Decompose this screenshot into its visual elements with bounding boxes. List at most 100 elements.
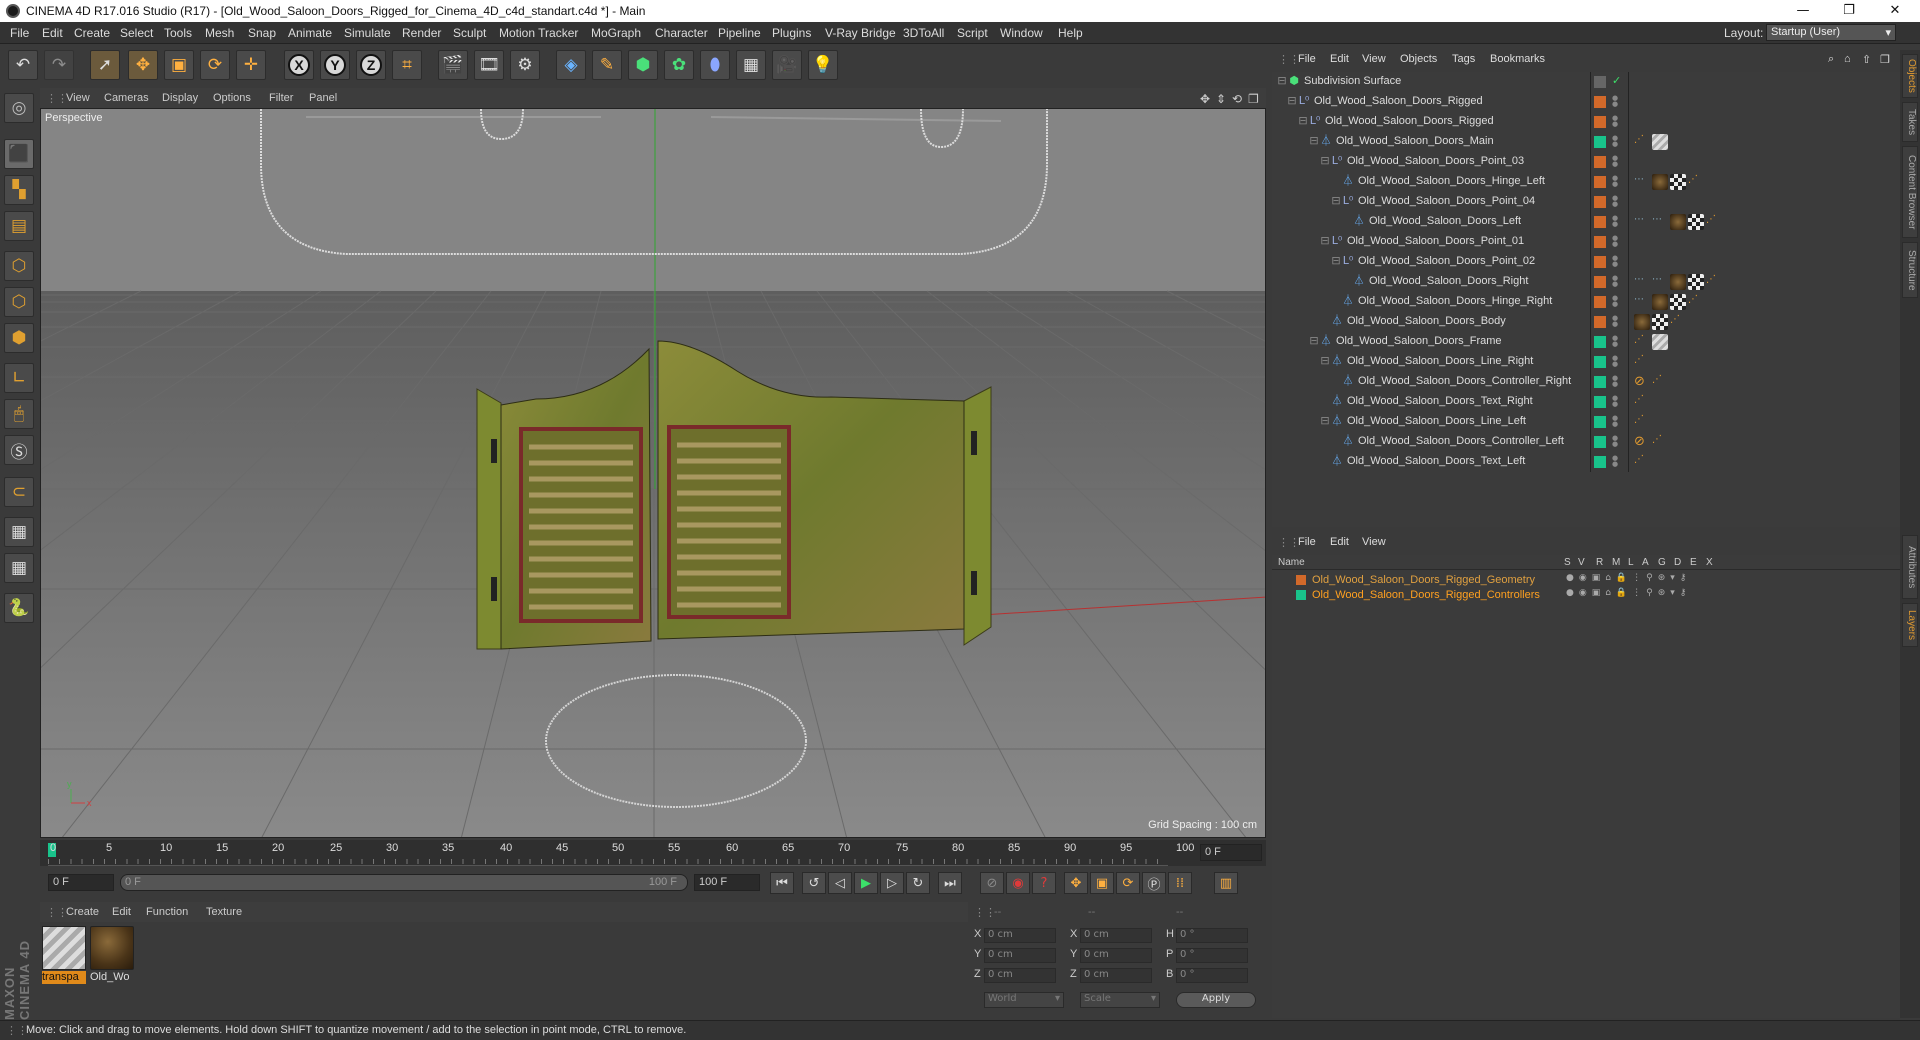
layer-col-solo[interactable]: S — [1564, 557, 1571, 568]
visibility-dots-icon[interactable]: ● ● — [1612, 95, 1618, 108]
render-to-picture-viewer-button[interactable]: 🎞 — [474, 50, 504, 80]
rotate-tool-button[interactable]: ⟳ — [200, 50, 230, 80]
expand-minus-icon[interactable]: ⊟ — [1319, 355, 1331, 367]
expand-minus-icon[interactable]: ⊟ — [1308, 335, 1320, 347]
protection-tag-icon[interactable]: ⊘ — [1634, 374, 1650, 390]
viewport-menu-panel[interactable]: Panel — [309, 92, 337, 104]
object-menu-view[interactable]: View — [1362, 53, 1386, 65]
layer-flags-icons[interactable]: ●◉▣⌂🔒⋮⚲⊛▾⚷ — [1566, 588, 1691, 598]
object-row[interactable]: ⊟ ⏃ Old_Wood_Saloon_Doors_Main ● ● ⋰ — [1272, 132, 1900, 152]
viewport-menu-filter[interactable]: Filter — [269, 92, 293, 104]
menu-sculpt[interactable]: Sculpt — [453, 26, 486, 40]
viewport-menu-options[interactable]: Options — [213, 92, 251, 104]
viewport-move-icon[interactable]: ✥ — [1200, 92, 1210, 106]
layer-row[interactable]: Old_Wood_Saloon_Doors_Rigged_Geometry ●◉… — [1272, 573, 1900, 587]
menu-3dtoall[interactable]: 3DToAll — [903, 26, 944, 40]
floor-button[interactable]: ▦ — [736, 50, 766, 80]
rot-b-field[interactable]: 0 ° — [1176, 968, 1248, 983]
side-tab-layers[interactable]: Layers — [1902, 603, 1918, 647]
scale-tool-button[interactable]: ▣ — [164, 50, 194, 80]
goto-end-button[interactable]: ⏭ — [938, 872, 962, 894]
material-tag-icon[interactable] — [1652, 294, 1668, 310]
x-axis-button[interactable]: X — [284, 50, 314, 80]
object-row[interactable]: ⊟ L⁰ Old_Wood_Saloon_Doors_Point_03 ● ● — [1272, 152, 1900, 172]
object-row[interactable]: ⊟ L⁰ Old_Wood_Saloon_Doors_Point_02 ● ● — [1272, 252, 1900, 272]
menu-render[interactable]: Render — [402, 26, 441, 40]
weight-tag-icon[interactable]: ⋯ — [1634, 174, 1650, 190]
menu-character[interactable]: Character — [655, 26, 708, 40]
key-scale-button[interactable]: ▣ — [1090, 872, 1114, 894]
rot-h-field[interactable]: 0 ° — [1176, 928, 1248, 943]
object-row[interactable]: ⏃ Old_Wood_Saloon_Doors_Left ● ● ⋯ ⋯ ⋰ — [1272, 212, 1900, 232]
object-row[interactable]: ⊟ ⏃ Old_Wood_Saloon_Doors_Frame ● ● ⋰ — [1272, 332, 1900, 352]
object-row[interactable]: ⊟ L⁰ Old_Wood_Saloon_Doors_Point_04 ● ● — [1272, 192, 1900, 212]
object-row[interactable]: ⏃ Old_Wood_Saloon_Doors_Right ● ● ⋯ ⋯ ⋰ — [1272, 272, 1900, 292]
3d-viewport[interactable]: Perspective Grid Spacing : 100 cm y x — [40, 108, 1266, 838]
side-tab-takes[interactable]: Takes — [1902, 102, 1918, 142]
lock-workplane-button[interactable]: ▦ — [4, 517, 34, 547]
pos-z-field[interactable]: 0 cm — [984, 968, 1056, 983]
size-z-field[interactable]: 0 cm — [1080, 968, 1152, 983]
maximize-button[interactable]: ❐ — [1826, 0, 1872, 22]
prev-frame-button[interactable]: ◁ — [828, 872, 852, 894]
coord-system-select[interactable]: World ▾ — [984, 992, 1064, 1008]
object-menu-bookmarks[interactable]: Bookmarks — [1490, 53, 1545, 65]
viewport-maximize-icon[interactable]: ❐ — [1248, 92, 1259, 106]
visibility-dots-icon[interactable]: ● ● — [1612, 455, 1618, 468]
uvw-tag-icon[interactable] — [1688, 274, 1704, 290]
menu-select[interactable]: Select — [120, 26, 153, 40]
viewport-menu-cameras[interactable]: Cameras — [104, 92, 149, 104]
play-button[interactable]: ▶ — [854, 872, 878, 894]
visibility-dots-icon[interactable]: ● ● — [1612, 175, 1618, 188]
axis-mode-button[interactable]: ∟ — [4, 363, 34, 393]
material-swatch-wood[interactable] — [90, 926, 134, 970]
viewport-menu-view[interactable]: View — [66, 92, 90, 104]
key-param-button[interactable]: Ⓟ — [1142, 872, 1166, 894]
search-icon[interactable]: ⌕ — [1828, 53, 1834, 66]
object-menu-file[interactable]: File — [1298, 53, 1316, 65]
object-menu-edit[interactable]: Edit — [1330, 53, 1349, 65]
menu-pipeline[interactable]: Pipeline — [718, 26, 761, 40]
layer-menu-view[interactable]: View — [1362, 536, 1386, 548]
texture-mode-button[interactable]: ▚ — [4, 175, 34, 205]
material-tag-icon[interactable] — [1652, 174, 1668, 190]
object-row[interactable]: ⏃ Old_Wood_Saloon_Doors_Body ● ● ⋰ — [1272, 312, 1900, 332]
material-tag-icon[interactable] — [1670, 214, 1686, 230]
keyframe-selection-button[interactable]: ⊘ — [980, 872, 1004, 894]
object-menu-objects[interactable]: Objects — [1400, 53, 1437, 65]
menu-help[interactable]: Help — [1058, 26, 1083, 40]
expand-minus-icon[interactable]: ⊟ — [1330, 255, 1342, 267]
material-menu-texture[interactable]: Texture — [206, 906, 242, 918]
visibility-dots-icon[interactable]: ● ● — [1612, 275, 1618, 288]
visibility-dots-icon[interactable]: ● ● — [1612, 335, 1618, 348]
protection-tag-icon[interactable]: ⊘ — [1634, 434, 1650, 450]
visibility-dots-icon[interactable]: ● ● — [1612, 215, 1618, 228]
workplane-mode-button[interactable]: ▤ — [4, 211, 34, 241]
visibility-dots-icon[interactable]: ● ● — [1612, 195, 1618, 208]
side-tab-attributes[interactable]: Attributes — [1902, 535, 1918, 599]
object-row[interactable]: ⏃ Old_Wood_Saloon_Doors_Hinge_Left ● ● ⋯ … — [1272, 172, 1900, 192]
start-frame-field[interactable]: 0 F — [48, 874, 114, 891]
expand-minus-icon[interactable]: ⊟ — [1330, 195, 1342, 207]
layer-menu-edit[interactable]: Edit — [1330, 536, 1349, 548]
visibility-dots-icon[interactable]: ● ● — [1612, 415, 1618, 428]
visibility-dots-icon[interactable]: ● ● — [1612, 395, 1618, 408]
menu-edit[interactable]: Edit — [42, 26, 63, 40]
light-button[interactable]: 💡 — [808, 50, 838, 80]
object-row[interactable]: ⏃ Old_Wood_Saloon_Doors_Text_Left ● ● ⋰ — [1272, 452, 1900, 472]
cloner-button[interactable]: ✿ — [664, 50, 694, 80]
weight-tag-icon[interactable]: ⋯ — [1652, 274, 1668, 290]
material-menu-edit[interactable]: Edit — [112, 906, 131, 918]
tag-ik-icon[interactable]: ⋰ — [1634, 354, 1650, 370]
visibility-dots-icon[interactable]: ● ● — [1612, 355, 1618, 368]
python-button[interactable]: 🐍 — [4, 593, 34, 623]
object-row[interactable]: ⏃ Old_Wood_Saloon_Doors_Controller_Right… — [1272, 372, 1900, 392]
object-row[interactable]: ⏃ Old_Wood_Saloon_Doors_Text_Right ● ● ⋰ — [1272, 392, 1900, 412]
size-x-field[interactable]: 0 cm — [1080, 928, 1152, 943]
pos-x-field[interactable]: 0 cm — [984, 928, 1056, 943]
visibility-dots-icon[interactable]: ● ● — [1612, 435, 1618, 448]
visibility-dots-icon[interactable]: ● ● — [1612, 315, 1618, 328]
render-settings-button[interactable]: ⚙ — [510, 50, 540, 80]
cube-object-button[interactable]: ◈ — [556, 50, 586, 80]
end-frame-field[interactable]: 100 F — [694, 874, 760, 891]
